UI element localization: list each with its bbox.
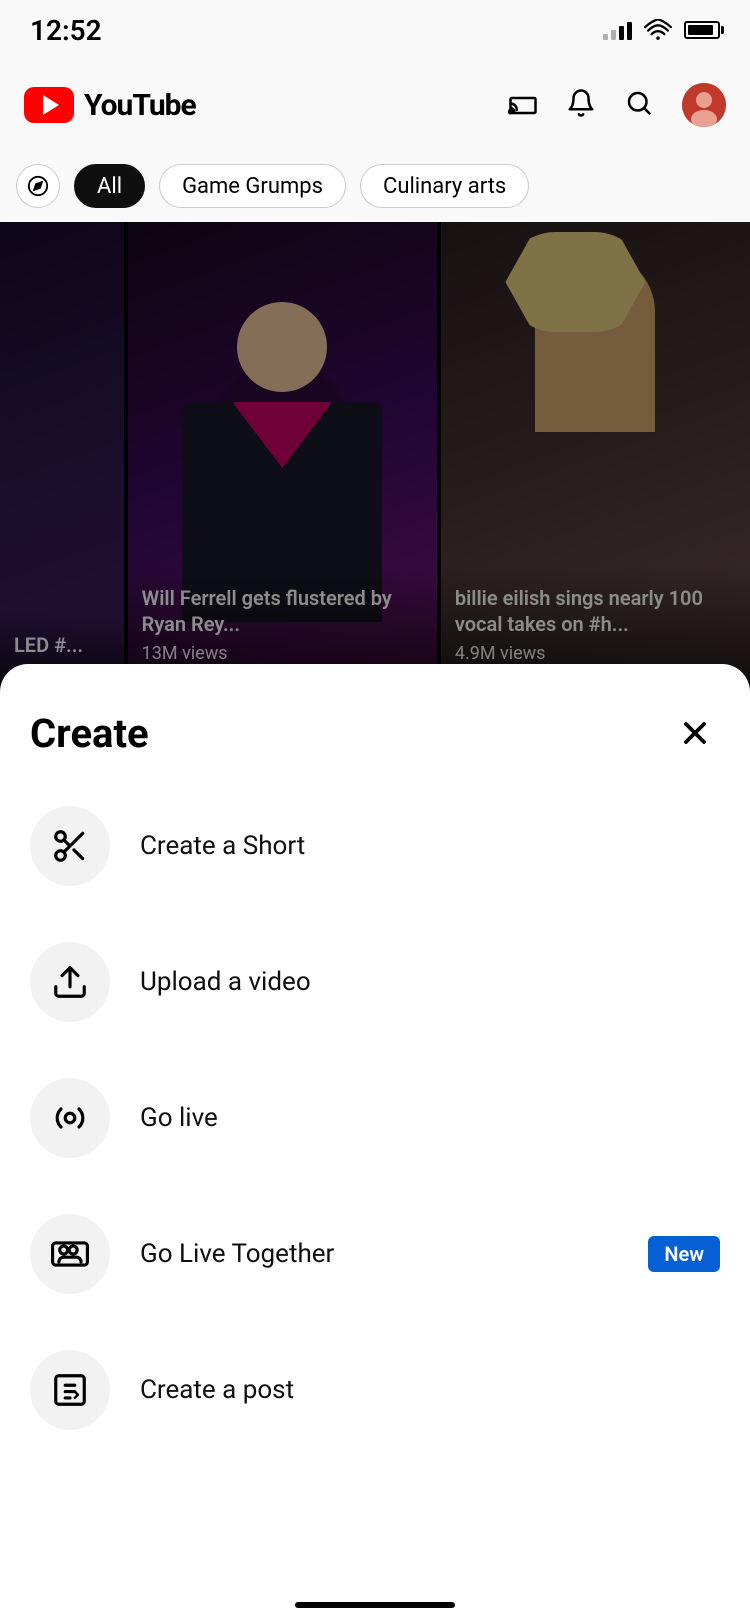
create-short-label: Create a Short bbox=[140, 831, 305, 861]
upload-video-icon-wrap bbox=[30, 942, 110, 1022]
live-together-icon bbox=[51, 1235, 89, 1273]
filter-chip-game-grumps[interactable]: Game Grumps bbox=[159, 164, 346, 208]
create-short-item[interactable]: Create a Short bbox=[30, 778, 720, 914]
status-icons bbox=[603, 19, 720, 41]
create-post-icon-wrap bbox=[30, 1350, 110, 1430]
search-icon[interactable] bbox=[624, 88, 654, 122]
go-live-icon-wrap bbox=[30, 1078, 110, 1158]
avatar[interactable] bbox=[682, 83, 726, 127]
go-live-together-item[interactable]: Go Live Together New bbox=[30, 1186, 720, 1322]
scissors-icon bbox=[51, 827, 89, 865]
create-post-item[interactable]: Create a post bbox=[30, 1322, 720, 1458]
new-badge-wrap: New bbox=[648, 1242, 720, 1266]
filter-bar: All Game Grumps Culinary arts bbox=[0, 150, 750, 222]
upload-icon bbox=[51, 963, 89, 1001]
battery-icon bbox=[684, 21, 720, 39]
filter-chip-all[interactable]: All bbox=[74, 164, 145, 208]
header-actions bbox=[508, 83, 726, 127]
go-live-together-label: Go Live Together bbox=[140, 1239, 334, 1269]
close-button[interactable] bbox=[670, 708, 720, 758]
wifi-icon bbox=[644, 19, 672, 41]
background-dim bbox=[0, 222, 750, 682]
youtube-logo[interactable]: YouTube bbox=[24, 87, 196, 123]
live-icon bbox=[51, 1099, 89, 1137]
upload-video-label: Upload a video bbox=[140, 967, 311, 997]
sheet-header: Create bbox=[30, 664, 720, 778]
post-icon bbox=[51, 1371, 89, 1409]
cast-icon[interactable] bbox=[508, 88, 538, 122]
create-bottom-sheet: Create Create a Short bbox=[0, 664, 750, 1624]
notification-bell-icon[interactable] bbox=[566, 88, 596, 122]
status-time: 12:52 bbox=[30, 14, 102, 47]
youtube-wordmark: YouTube bbox=[84, 88, 196, 123]
create-short-icon-wrap bbox=[30, 806, 110, 886]
filter-chip-culinary-arts[interactable]: Culinary arts bbox=[360, 164, 529, 208]
new-badge: New bbox=[648, 1236, 720, 1272]
youtube-header: YouTube bbox=[0, 60, 750, 150]
home-indicator bbox=[295, 1602, 455, 1608]
sheet-title: Create bbox=[30, 710, 149, 757]
upload-video-item[interactable]: Upload a video bbox=[30, 914, 720, 1050]
signal-icon bbox=[603, 20, 632, 40]
create-post-label: Create a post bbox=[140, 1375, 294, 1405]
go-live-together-icon-wrap bbox=[30, 1214, 110, 1294]
play-icon bbox=[43, 95, 59, 115]
go-live-item[interactable]: Go live bbox=[30, 1050, 720, 1186]
explore-chip[interactable] bbox=[16, 164, 60, 208]
go-live-label: Go live bbox=[140, 1103, 218, 1133]
status-bar: 12:52 bbox=[0, 0, 750, 60]
youtube-icon bbox=[24, 87, 74, 123]
